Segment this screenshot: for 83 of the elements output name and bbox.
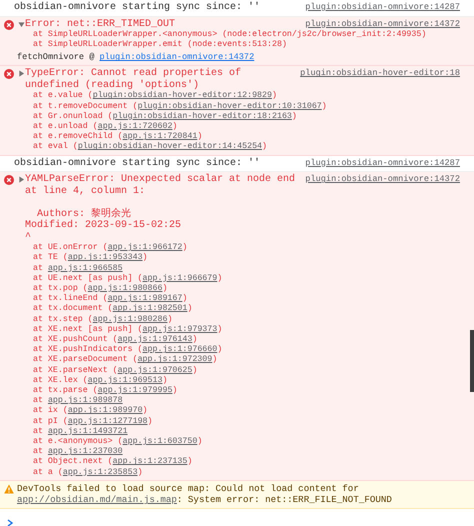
collapsed-triangle-icon[interactable] <box>18 176 25 184</box>
stack-frame: at app.js:1:1493721 <box>17 426 460 437</box>
stack-frame: at XE.parseNext (app.js:1:970625) <box>17 366 460 376</box>
stack-frame: at pI (app.js:1:1277198) <box>17 416 460 427</box>
stack-frame: at tx.step (app.js:1:980286) <box>17 314 460 325</box>
frame-link[interactable]: app.js:1:989970 <box>68 406 143 416</box>
scrollbar-thumb[interactable] <box>470 330 474 392</box>
stack-frame: at ix (app.js:1:989970) <box>17 406 460 417</box>
frame-link[interactable]: plugin:obsidian-hover-editor:12:9829 <box>92 91 272 100</box>
source-link[interactable]: plugin:obsidian-omnivore:14372 <box>305 18 460 30</box>
stack-frame: at tx.parse (app.js:1:979995) <box>17 386 460 396</box>
frame-link[interactable]: app.js:1:980866 <box>88 284 162 293</box>
error-message: Error: net::ERR_TIMED_OUT <box>25 18 176 30</box>
stack-frame: at SimpleURLLoaderWrapper.<anonymous> (node:electron/js2c/browser_init:2:49935) <box>17 30 460 40</box>
warning-message: DevTools failed to load source map: Could not load content for app://obsidian.md/main.js.map: System error: net::ERR_FILE_NOT_FOUND <box>17 482 392 506</box>
frame-link[interactable]: app.js:1:966585 <box>48 264 123 273</box>
source-link[interactable]: plugin:obsidian-omnivore:14287 <box>305 2 460 14</box>
stack-frame: at app.js:1:989878 <box>17 396 460 406</box>
stack-frame: at XE.pushIndicators (app.js:1:976660) <box>17 345 460 356</box>
frame-link[interactable]: app.js:1:989878 <box>48 396 123 406</box>
stack-frame: at t.removeDocument (plugin:obsidian-hover-editor:10:31067) <box>17 102 460 112</box>
source-link[interactable]: plugin:obsidian-omnivore:14372 <box>305 174 460 186</box>
expanded-triangle-icon[interactable] <box>18 20 25 28</box>
frame-link[interactable]: app.js:1:989167 <box>108 294 182 304</box>
stack-frame: at UE.next [as push] (app.js:1:966679) <box>17 274 460 284</box>
frame-link[interactable]: app.js:1:720602 <box>98 122 172 132</box>
stack-frame: at e.value (plugin:obsidian-hover-editor:12:9829) <box>17 91 460 102</box>
frame-link[interactable]: app.js:1:603750 <box>122 436 198 446</box>
frame-link[interactable]: plugin:obsidian-hover-editor:10:31067 <box>138 102 322 111</box>
warning-icon <box>4 484 14 494</box>
prompt-chevron-icon <box>6 518 14 526</box>
frame-link[interactable]: app.js:1:237030 <box>48 447 123 456</box>
frame-link[interactable]: app.js:1:979995 <box>98 386 172 395</box>
stack-frame: at tx.pop (app.js:1:980866) <box>17 284 460 294</box>
frame-link[interactable]: app.js:1:976143 <box>118 334 192 344</box>
frame-link[interactable]: app.js:1:235853 <box>62 468 138 477</box>
source-link[interactable]: plugin:obsidian-omnivore:14287 <box>305 158 460 170</box>
frame-link[interactable]: app.js:1:982501 <box>112 304 188 314</box>
error-message: TypeError: Cannot read properties of undefined (reading 'options') <box>25 68 242 91</box>
stack-frame: at app.js:1:966585 <box>17 264 460 274</box>
stack-frame: at Gr.onunload (plugin:obsidian-hover-editor:18:2163) <box>17 112 460 122</box>
error-icon <box>4 20 14 30</box>
frame-link[interactable]: plugin:obsidian-hover-editor:14:45254 <box>78 142 262 152</box>
stack-frame: at tx.lineEnd (app.js:1:989167) <box>17 294 460 304</box>
source-link[interactable]: plugin:obsidian-hover-editor:18 <box>300 68 460 80</box>
frame-link[interactable]: plugin:obsidian-hover-editor:18:2163 <box>112 112 292 121</box>
stack-frame: at XE.pushCount (app.js:1:976143) <box>17 334 460 346</box>
frame-link[interactable]: app.js:1:1277198 <box>68 416 148 426</box>
frame-link[interactable]: app.js:1:972309 <box>138 355 212 364</box>
error-icon <box>4 69 14 80</box>
frame-link[interactable]: app.js:1:979373 <box>142 324 218 334</box>
log-message: obsidian-omnivore starting sync since: '' <box>14 158 260 169</box>
error-icon <box>4 175 14 186</box>
frame-link[interactable]: app.js:1:969513 <box>88 376 162 385</box>
source-map-link[interactable]: app://obsidian.md/main.js.map <box>17 494 177 506</box>
error-message: YAMLParseError: Unexpected scalar at node end at line 4, column 1: Authors: 黎明余光 Modified: 2023-09-15-02:25 ^ <box>25 174 296 243</box>
stack-frame: at UE.onError (app.js:1:966172) <box>17 243 460 254</box>
frame-link[interactable]: app.js:1:720841 <box>122 132 198 142</box>
frame-link[interactable]: app.js:1:966679 <box>142 274 218 283</box>
stack-frame: at e.unload (app.js:1:720602) <box>17 122 460 132</box>
stack-frame: at a (app.js:1:235853) <box>17 468 460 478</box>
frame-link[interactable]: app.js:1:953343 <box>68 253 143 262</box>
stack-frame: at eval (plugin:obsidian-hover-editor:14:45254) <box>17 142 460 153</box>
call-site: fetchOmnivore @ plugin:obsidian-omnivore:14372 <box>17 51 256 64</box>
frame-link[interactable]: app.js:1:980286 <box>92 314 168 324</box>
stack-frame: at tx.document (app.js:1:982501) <box>17 304 460 315</box>
stack-frame: at e.removeChild (app.js:1:720841) <box>17 132 460 142</box>
stack-frame: at app.js:1:237030 <box>17 447 460 458</box>
frame-link[interactable]: app.js:1:966172 <box>108 243 182 252</box>
stack-frame: at XE.lex (app.js:1:969513) <box>17 376 460 386</box>
frame-link[interactable]: app.js:1:970625 <box>118 366 192 375</box>
stack-frame: at TE (app.js:1:953343) <box>17 253 460 264</box>
stack-frame: at e.<anonymous> (app.js:1:603750) <box>17 436 460 448</box>
frame-link[interactable]: app.js:1:237135 <box>112 457 188 466</box>
frame-link[interactable]: app.js:1:976660 <box>142 345 218 354</box>
stack-frame: at Object.next (app.js:1:237135) <box>17 457 460 468</box>
collapsed-triangle-icon[interactable] <box>18 70 25 78</box>
stack-frame: at XE.next [as push] (app.js:1:979373) <box>17 324 460 335</box>
stack-frame: at XE.parseDocument (app.js:1:972309) <box>17 355 460 366</box>
frame-link[interactable]: app.js:1:1493721 <box>48 426 128 436</box>
log-message: obsidian-omnivore starting sync since: '' <box>14 2 260 13</box>
stack-frame: at SimpleURLLoaderWrapper.emit (node:events:513:28) <box>17 40 460 50</box>
call-site-link[interactable]: plugin:obsidian-omnivore:14372 <box>100 52 254 62</box>
